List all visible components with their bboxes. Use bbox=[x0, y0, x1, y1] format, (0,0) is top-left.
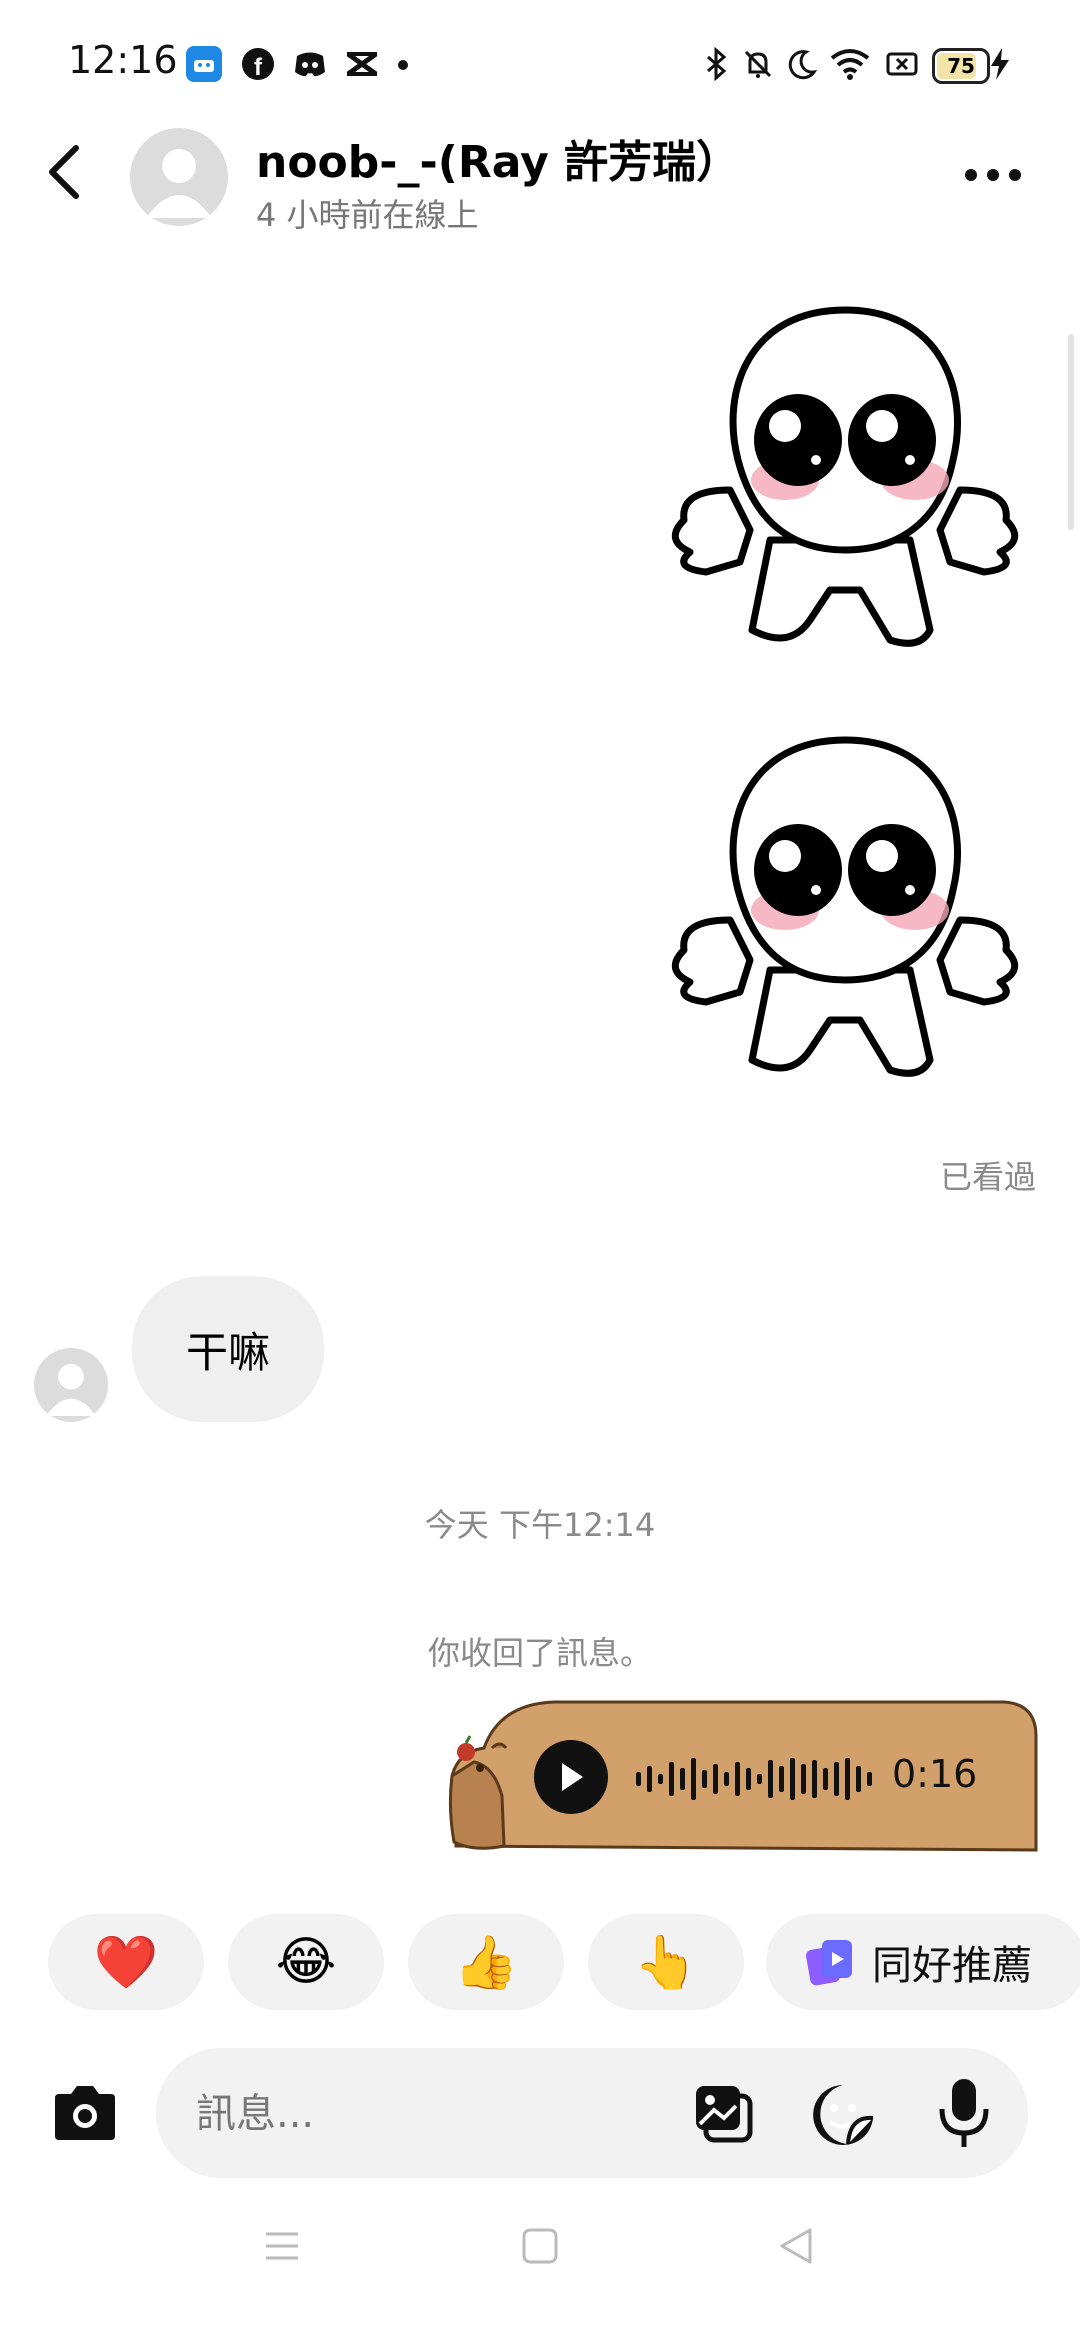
wifi-icon bbox=[828, 46, 872, 82]
menu-nav-button[interactable] bbox=[262, 2226, 302, 2266]
menu-icon bbox=[266, 2232, 298, 2260]
sim-icon bbox=[884, 46, 920, 82]
sticker-message[interactable] bbox=[660, 300, 1030, 660]
default-avatar-icon bbox=[146, 149, 212, 218]
app-icon bbox=[186, 46, 222, 82]
microphone-button[interactable] bbox=[932, 2074, 996, 2154]
default-avatar-icon bbox=[46, 1363, 96, 1416]
dot-icon bbox=[398, 60, 408, 70]
capcut-icon bbox=[344, 46, 380, 82]
more-options-button[interactable] bbox=[958, 150, 1028, 200]
gallery-icon bbox=[696, 2086, 753, 2143]
scrollbar[interactable] bbox=[1068, 334, 1074, 530]
moon-icon bbox=[784, 46, 820, 82]
camera-icon bbox=[55, 2086, 115, 2140]
svg-text:f: f bbox=[254, 54, 263, 81]
microphone-icon bbox=[939, 2079, 989, 2147]
reaction-point-up-button[interactable]: 👆 bbox=[588, 1914, 744, 2010]
contact-name[interactable]: noob-_-(Ray 許芳瑞） bbox=[256, 126, 740, 190]
facebook-icon: f bbox=[240, 46, 276, 82]
thumbs-up-icon: 👍 bbox=[453, 1932, 519, 1993]
voice-duration: 0:16 bbox=[892, 1752, 978, 1796]
cards-icon bbox=[806, 1940, 852, 1986]
discord-icon bbox=[292, 46, 328, 82]
bluetooth-icon bbox=[698, 46, 734, 82]
back-button[interactable] bbox=[32, 140, 96, 204]
home-nav-button[interactable] bbox=[520, 2226, 560, 2266]
play-icon bbox=[562, 1763, 583, 1791]
sticker-icon bbox=[813, 2085, 874, 2145]
play-button[interactable] bbox=[534, 1740, 608, 1814]
message-input[interactable] bbox=[194, 2048, 678, 2180]
point-up-icon: 👆 bbox=[633, 1932, 699, 1993]
sticker-message[interactable] bbox=[660, 730, 1030, 1090]
charging-icon bbox=[988, 46, 1012, 82]
recommend-button[interactable]: 同好推薦 bbox=[766, 1914, 1080, 2010]
seen-label: 已看過 bbox=[939, 1158, 1036, 1196]
unsent-notice: 你收回了訊息。 bbox=[427, 1634, 652, 1672]
mute-icon bbox=[740, 46, 776, 82]
camera-button[interactable] bbox=[42, 2076, 128, 2152]
status-bar: 12:16 f 75 bbox=[0, 0, 1080, 120]
battery-level: 75 bbox=[947, 54, 975, 78]
message-input-container[interactable] bbox=[156, 2048, 1028, 2180]
battery-icon: 75 bbox=[932, 48, 990, 84]
status-time: 12:16 bbox=[68, 38, 178, 82]
heart-icon: ❤️ bbox=[93, 1932, 159, 1993]
gallery-button[interactable] bbox=[690, 2080, 760, 2150]
sender-avatar[interactable] bbox=[34, 1348, 108, 1422]
back-triangle-icon bbox=[780, 2228, 812, 2264]
recommend-label: 同好推薦 bbox=[872, 1943, 1032, 1989]
home-square-icon bbox=[522, 2228, 558, 2264]
reaction-thumbs-up-button[interactable]: 👍 bbox=[408, 1914, 564, 2010]
reaction-laugh-button[interactable]: 😂 bbox=[228, 1914, 384, 2010]
avatar[interactable] bbox=[130, 128, 228, 226]
more-dots-icon bbox=[965, 169, 1021, 181]
incoming-message-bubble[interactable]: 干嘛 bbox=[132, 1276, 324, 1422]
chevron-left-icon bbox=[49, 145, 79, 199]
message-text: 干嘛 bbox=[185, 1327, 270, 1377]
back-nav-button[interactable] bbox=[776, 2226, 816, 2266]
contact-status: 4 小時前在線上 bbox=[256, 196, 479, 234]
date-separator: 今天 下午12:14 bbox=[424, 1506, 656, 1544]
laughing-icon: 😂 bbox=[275, 1932, 337, 1992]
reaction-heart-button[interactable]: ❤️ bbox=[48, 1914, 204, 2010]
sticker-button[interactable] bbox=[808, 2080, 878, 2150]
